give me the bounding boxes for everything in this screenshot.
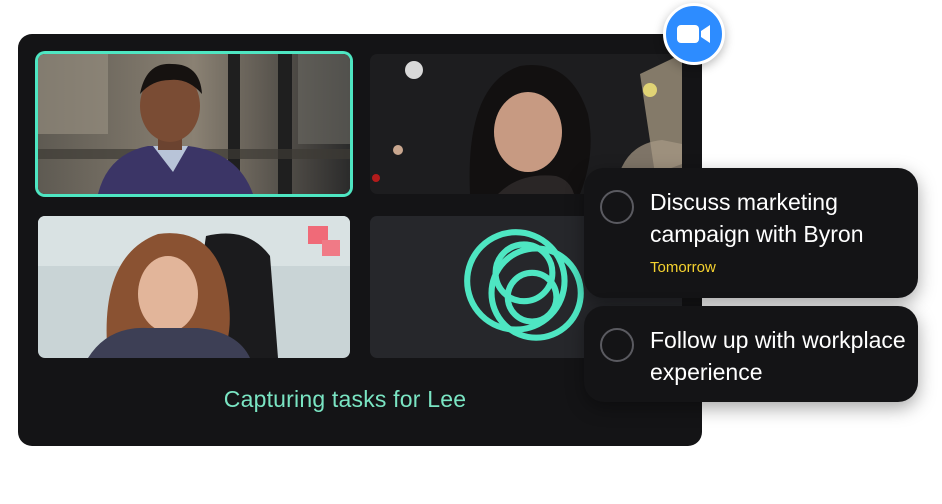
video-camera-icon bbox=[677, 25, 710, 43]
task-title: Discuss marketing campaign with Byron bbox=[650, 189, 864, 247]
task-card: Discuss marketing campaign with Byron To… bbox=[584, 168, 918, 298]
participant-video bbox=[38, 54, 350, 194]
video-tile-participant-3[interactable] bbox=[38, 216, 350, 358]
task-checkbox[interactable] bbox=[600, 190, 634, 224]
task-due-date: Tomorrow bbox=[650, 259, 716, 276]
zoom-app-badge bbox=[663, 3, 725, 65]
participant-video bbox=[38, 216, 350, 358]
video-tile-active-speaker[interactable] bbox=[38, 54, 350, 194]
task-checkbox[interactable] bbox=[600, 328, 634, 362]
capture-status-caption: Capturing tasks for Lee bbox=[223, 386, 467, 412]
task-title: Follow up with workplace experience bbox=[650, 327, 906, 385]
task-card: Follow up with workplace experience bbox=[584, 306, 918, 402]
